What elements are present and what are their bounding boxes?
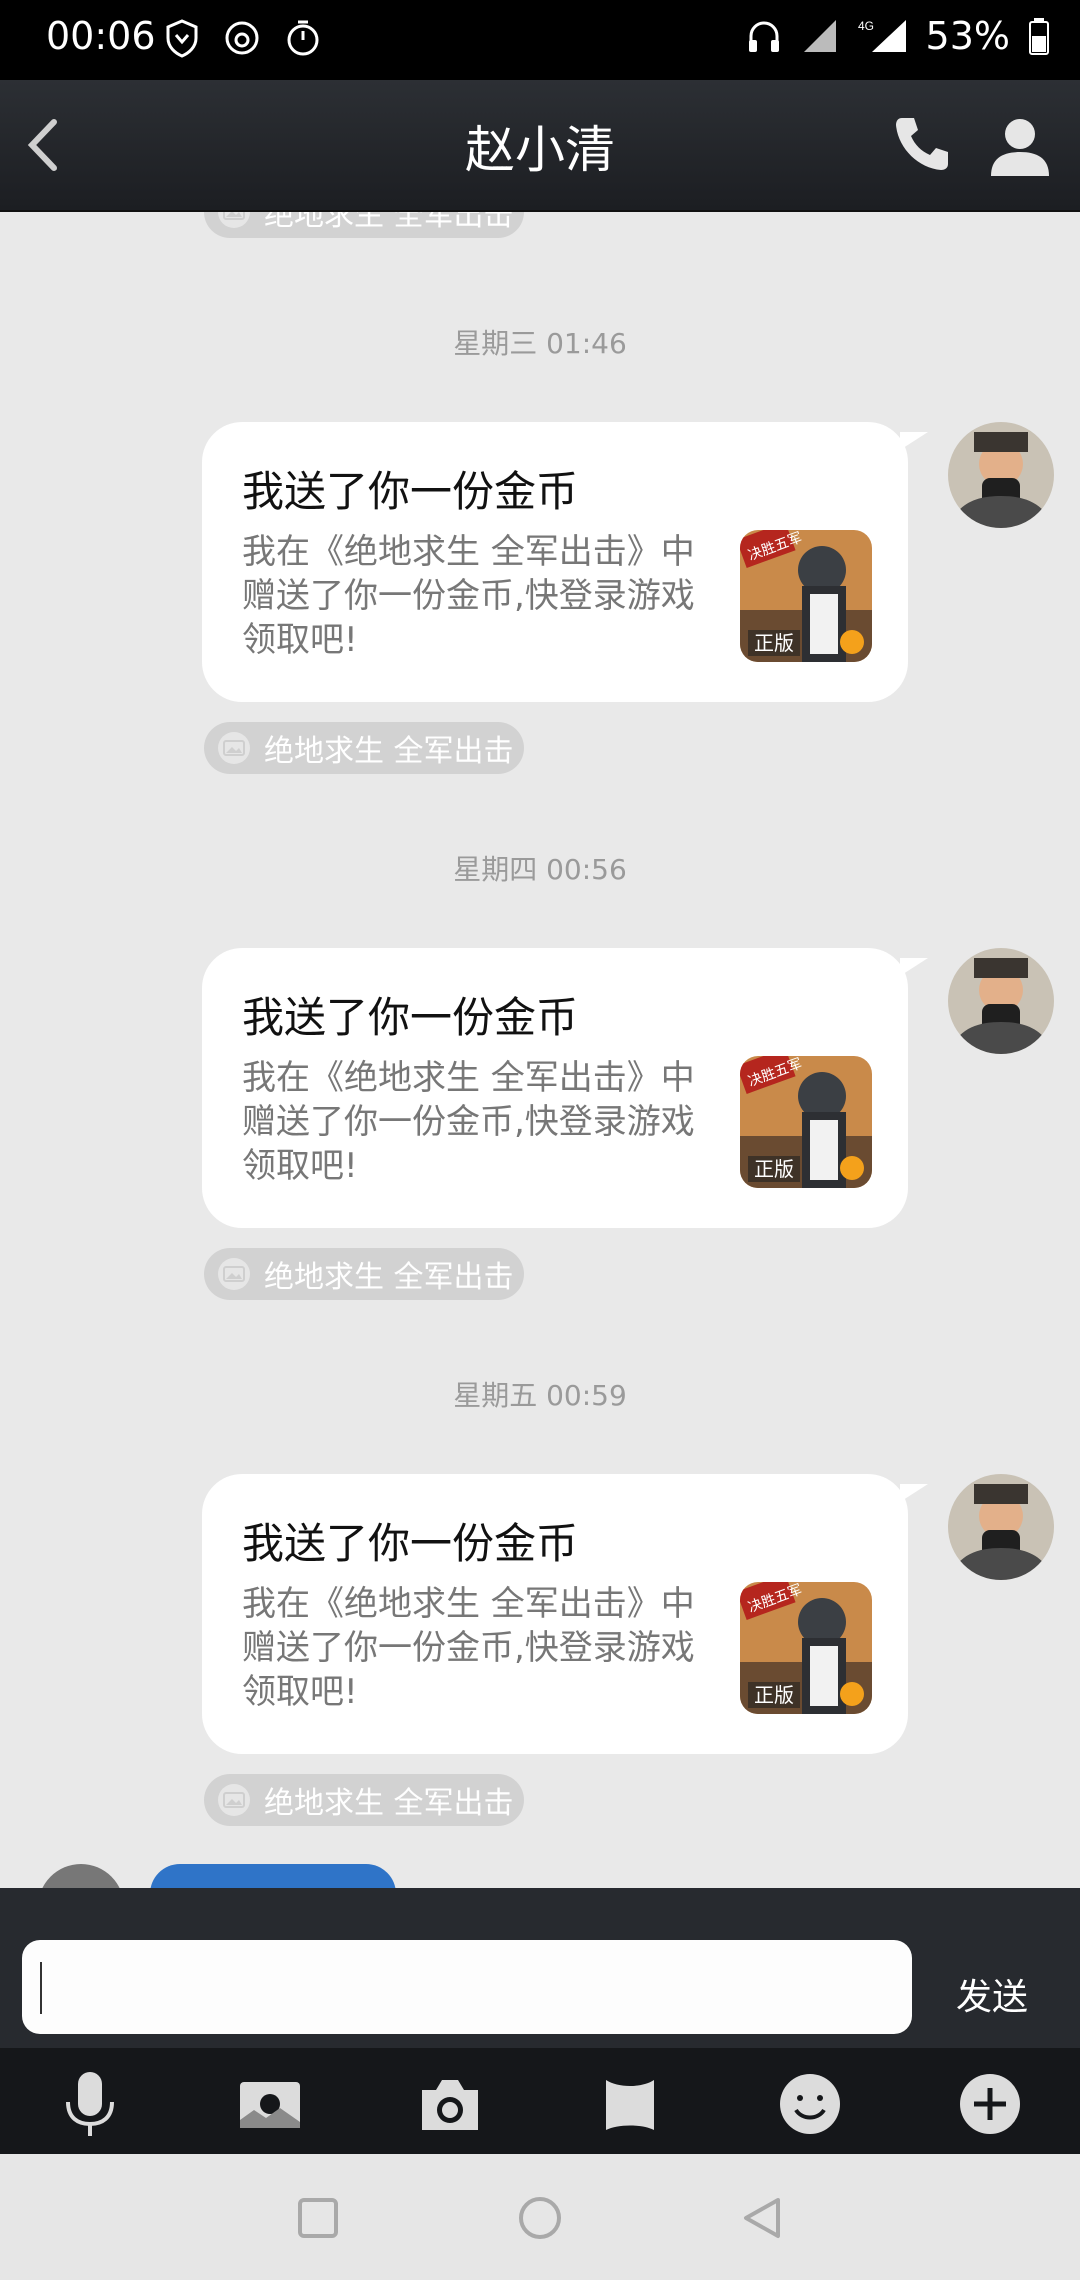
signal-4g-icon: 4G [858, 19, 906, 52]
game-thumbnail: 决胜五军 正版 [740, 1582, 872, 1714]
message-input[interactable] [22, 1940, 912, 2034]
avatar[interactable] [948, 1474, 1054, 1580]
svg-text:4G: 4G [858, 19, 874, 33]
message-list[interactable]: 绝地求生 全军出击 星期三 01:46 我送了你一份金币 我在《绝地求生 全军出… [0, 212, 1080, 1888]
text-caret [40, 1962, 42, 2014]
svg-text:正版: 正版 [754, 1157, 794, 1181]
phone-icon[interactable] [890, 112, 954, 176]
image-icon [218, 212, 250, 228]
folder-icon[interactable] [594, 2068, 666, 2140]
source-tag-label: 绝地求生 全军出击 [264, 1260, 514, 1295]
partial-avatar[interactable] [38, 1864, 124, 1888]
shield-icon [166, 19, 198, 58]
plus-icon[interactable] [954, 2068, 1026, 2140]
partial-message[interactable] [150, 1864, 396, 1888]
source-tag-label: 绝地求生 全军出击 [264, 212, 514, 233]
microphone-icon[interactable] [54, 2068, 126, 2140]
recent-apps-icon[interactable] [294, 2194, 342, 2242]
signal-icon [803, 20, 836, 52]
album-icon[interactable] [234, 2068, 306, 2140]
timer-icon [287, 20, 319, 56]
card-title: 我送了你一份金币 [242, 993, 579, 1042]
avatar[interactable] [948, 422, 1054, 528]
camera-icon[interactable] [414, 2068, 486, 2140]
game-thumbnail: 决胜五军 正版 [740, 530, 872, 662]
battery-percent: 53% [925, 14, 1010, 58]
bubble-tail [900, 1484, 928, 1502]
source-tag-label: 绝地求生 全军出击 [264, 1786, 514, 1821]
chat-header: 赵小清 [0, 80, 1080, 212]
message-timestamp: 星期五 00:59 [453, 1379, 627, 1412]
game-thumbnail: 决胜五军 正版 [740, 1056, 872, 1188]
back-nav-icon[interactable] [738, 2194, 786, 2242]
source-tag[interactable]: 绝地求生 全军出击 [204, 1774, 524, 1826]
card-description: 我在《绝地求生 全军出击》中赠送了你一份金币,快登录游戏领取吧! [242, 1058, 695, 1186]
card-title: 我送了你一份金币 [242, 1519, 579, 1568]
avatar[interactable] [948, 948, 1054, 1054]
image-icon [218, 732, 250, 764]
gift-card-message[interactable]: 我送了你一份金币 我在《绝地求生 全军出击》中赠送了你一份金币,快登录游戏领取吧… [202, 948, 928, 1228]
emoji-icon[interactable] [774, 2068, 846, 2140]
gift-card-message[interactable]: 我送了你一份金币 我在《绝地求生 全军出击》中赠送了你一份金币,快登录游戏领取吧… [202, 1474, 928, 1754]
source-tag[interactable]: 绝地求生 全军出击 [204, 722, 524, 774]
card-description: 我在《绝地求生 全军出击》中赠送了你一份金币,快登录游戏领取吧! [242, 1584, 695, 1712]
send-button[interactable]: 发送 [956, 1968, 1028, 2020]
source-tag-label: 绝地求生 全军出击 [264, 734, 514, 769]
image-icon [218, 1784, 250, 1816]
card-description: 我在《绝地求生 全军出击》中赠送了你一份金币,快登录游戏领取吧! [242, 532, 695, 660]
input-bar: 发送 [0, 1888, 1080, 2048]
message-timestamp: 星期三 01:46 [453, 327, 627, 360]
input-toolbar [0, 2048, 1080, 2154]
status-bar: 00:06 4G 53% [0, 0, 1080, 80]
message-timestamp: 星期四 00:56 [453, 853, 627, 886]
svg-text:正版: 正版 [754, 1683, 794, 1707]
netease-music-icon [225, 21, 259, 55]
image-icon [218, 1258, 250, 1290]
bubble-tail [900, 958, 928, 976]
system-nav-bar [0, 2154, 1080, 2280]
svg-text:正版: 正版 [754, 631, 794, 655]
home-icon[interactable] [516, 2194, 564, 2242]
card-title: 我送了你一份金币 [242, 467, 579, 516]
headphones-icon [748, 21, 779, 52]
profile-icon[interactable] [985, 110, 1055, 180]
source-tag[interactable]: 绝地求生 全军出击 [204, 1248, 524, 1300]
gift-card-message[interactable]: 我送了你一份金币 我在《绝地求生 全军出击》中赠送了你一份金币,快登录游戏领取吧… [202, 422, 928, 702]
bubble-tail [900, 432, 928, 450]
source-tag[interactable]: 绝地求生 全军出击 [204, 212, 524, 238]
battery-icon [1029, 18, 1049, 55]
status-time: 00:06 [46, 14, 156, 58]
